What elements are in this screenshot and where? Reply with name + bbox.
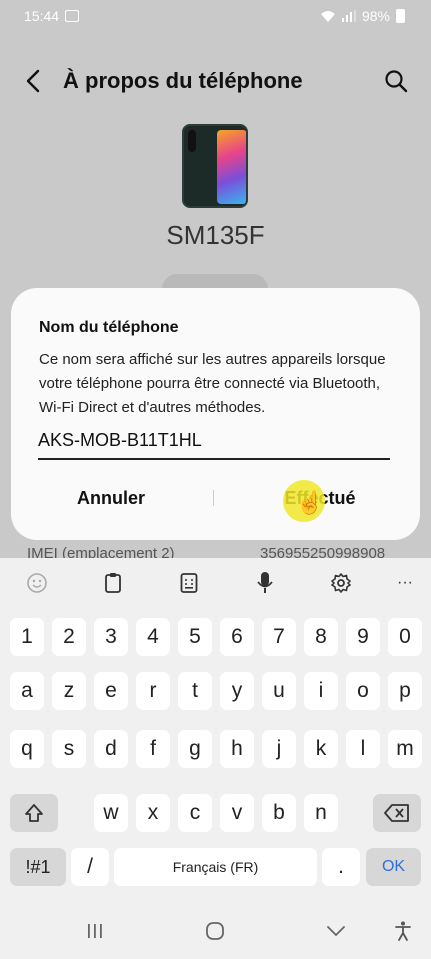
imei-value: 356955250998908 bbox=[260, 545, 386, 559]
phone-screen bbox=[217, 130, 246, 204]
microphone-icon[interactable] bbox=[251, 569, 279, 597]
symbols-key[interactable]: !#1 bbox=[10, 848, 66, 886]
battery-icon bbox=[396, 9, 405, 23]
letter-key[interactable]: q bbox=[10, 730, 44, 768]
hand-pointer-icon: ☝ bbox=[296, 490, 324, 515]
letter-key[interactable]: z bbox=[52, 672, 86, 710]
wifi-icon bbox=[320, 11, 335, 22]
letter-key[interactable]: o bbox=[346, 672, 380, 710]
battery-percentage: 98% bbox=[361, 8, 390, 24]
number-key[interactable]: 1 bbox=[10, 618, 44, 656]
letter-key[interactable]: t bbox=[178, 672, 212, 710]
slash-key[interactable]: / bbox=[71, 848, 109, 886]
letter-key[interactable]: u bbox=[262, 672, 296, 710]
recent-apps-icon[interactable] bbox=[81, 920, 109, 942]
letter-key[interactable]: p bbox=[388, 672, 422, 710]
imei-label: IMEI (emplacement 2) bbox=[27, 545, 175, 559]
letter-key[interactable]: c bbox=[178, 794, 212, 832]
status-time: 15:44 bbox=[24, 8, 60, 24]
signal-icon bbox=[341, 10, 356, 22]
app-header: À propos du téléphone bbox=[0, 56, 431, 106]
letter-key[interactable]: i bbox=[304, 672, 338, 710]
letter-key[interactable]: r bbox=[136, 672, 170, 710]
letter-key[interactable]: y bbox=[220, 672, 254, 710]
dialog-actions: Annuler Effectué bbox=[11, 478, 420, 518]
hide-keyboard-icon[interactable] bbox=[322, 920, 350, 942]
shift-key[interactable] bbox=[10, 794, 58, 832]
clipboard-icon[interactable] bbox=[99, 569, 127, 597]
letter-key[interactable]: j bbox=[262, 730, 296, 768]
home-icon[interactable] bbox=[201, 920, 229, 942]
letter-key[interactable]: k bbox=[304, 730, 338, 768]
rename-dialog: Nom du téléphone Ce nom sera affiché sur… bbox=[11, 288, 420, 540]
number-key[interactable]: 5 bbox=[178, 618, 212, 656]
letter-key[interactable]: s bbox=[52, 730, 86, 768]
backspace-key[interactable] bbox=[373, 794, 421, 832]
dialog-title: Nom du téléphone bbox=[39, 319, 179, 336]
letter-key[interactable]: f bbox=[136, 730, 170, 768]
back-arrow-icon[interactable] bbox=[22, 68, 46, 94]
letter-key[interactable]: m bbox=[388, 730, 422, 768]
letter-key[interactable]: a bbox=[10, 672, 44, 710]
letter-key[interactable]: d bbox=[94, 730, 128, 768]
model-name: SM135F bbox=[166, 220, 265, 250]
letter-key[interactable]: x bbox=[136, 794, 170, 832]
emoji-icon[interactable] bbox=[23, 569, 51, 597]
period-key[interactable]: . bbox=[322, 848, 360, 886]
ok-key[interactable]: OK bbox=[366, 848, 421, 886]
number-key[interactable]: 2 bbox=[52, 618, 86, 656]
number-key[interactable]: 3 bbox=[94, 618, 128, 656]
letter-key[interactable]: h bbox=[220, 730, 254, 768]
number-key[interactable]: 6 bbox=[220, 618, 254, 656]
cancel-button[interactable]: Annuler bbox=[11, 478, 211, 518]
letter-key[interactable]: w bbox=[94, 794, 128, 832]
imei-row: IMEI (emplacement 2) 356955250998908 bbox=[0, 545, 431, 559]
letter-key[interactable]: l bbox=[346, 730, 380, 768]
phone-image bbox=[182, 124, 248, 208]
letter-key[interactable]: v bbox=[220, 794, 254, 832]
status-bar: 15:44 98% bbox=[0, 0, 431, 32]
actions-divider bbox=[213, 490, 214, 506]
accessibility-icon[interactable] bbox=[389, 920, 417, 942]
more-options-icon[interactable]: ··· bbox=[391, 569, 419, 597]
letter-key[interactable]: b bbox=[262, 794, 296, 832]
number-key[interactable]: 4 bbox=[136, 618, 170, 656]
screen-share-icon bbox=[65, 10, 80, 22]
letter-key[interactable]: e bbox=[94, 672, 128, 710]
number-key[interactable]: 0 bbox=[388, 618, 422, 656]
letter-key[interactable]: n bbox=[304, 794, 338, 832]
phone-name-input[interactable] bbox=[38, 426, 390, 460]
keyboard-toolbar: ··· bbox=[0, 558, 431, 608]
space-key[interactable]: Français (FR) bbox=[114, 848, 317, 886]
camera-module bbox=[188, 130, 196, 152]
keyboard: ··· 1234567890 azertyuiop qsdfghjklm wxc… bbox=[0, 558, 431, 902]
number-key[interactable]: 9 bbox=[346, 618, 380, 656]
search-icon[interactable] bbox=[383, 68, 409, 94]
dialog-description: Ce nom sera affiché sur les autres appar… bbox=[39, 351, 386, 416]
page-title: À propos du téléphone bbox=[63, 68, 303, 93]
number-key[interactable]: 7 bbox=[262, 618, 296, 656]
navigation-bar bbox=[0, 902, 431, 959]
letter-key[interactable]: g bbox=[178, 730, 212, 768]
keypad-icon[interactable] bbox=[175, 569, 203, 597]
settings-gear-icon[interactable] bbox=[327, 569, 355, 597]
number-key[interactable]: 8 bbox=[304, 618, 338, 656]
